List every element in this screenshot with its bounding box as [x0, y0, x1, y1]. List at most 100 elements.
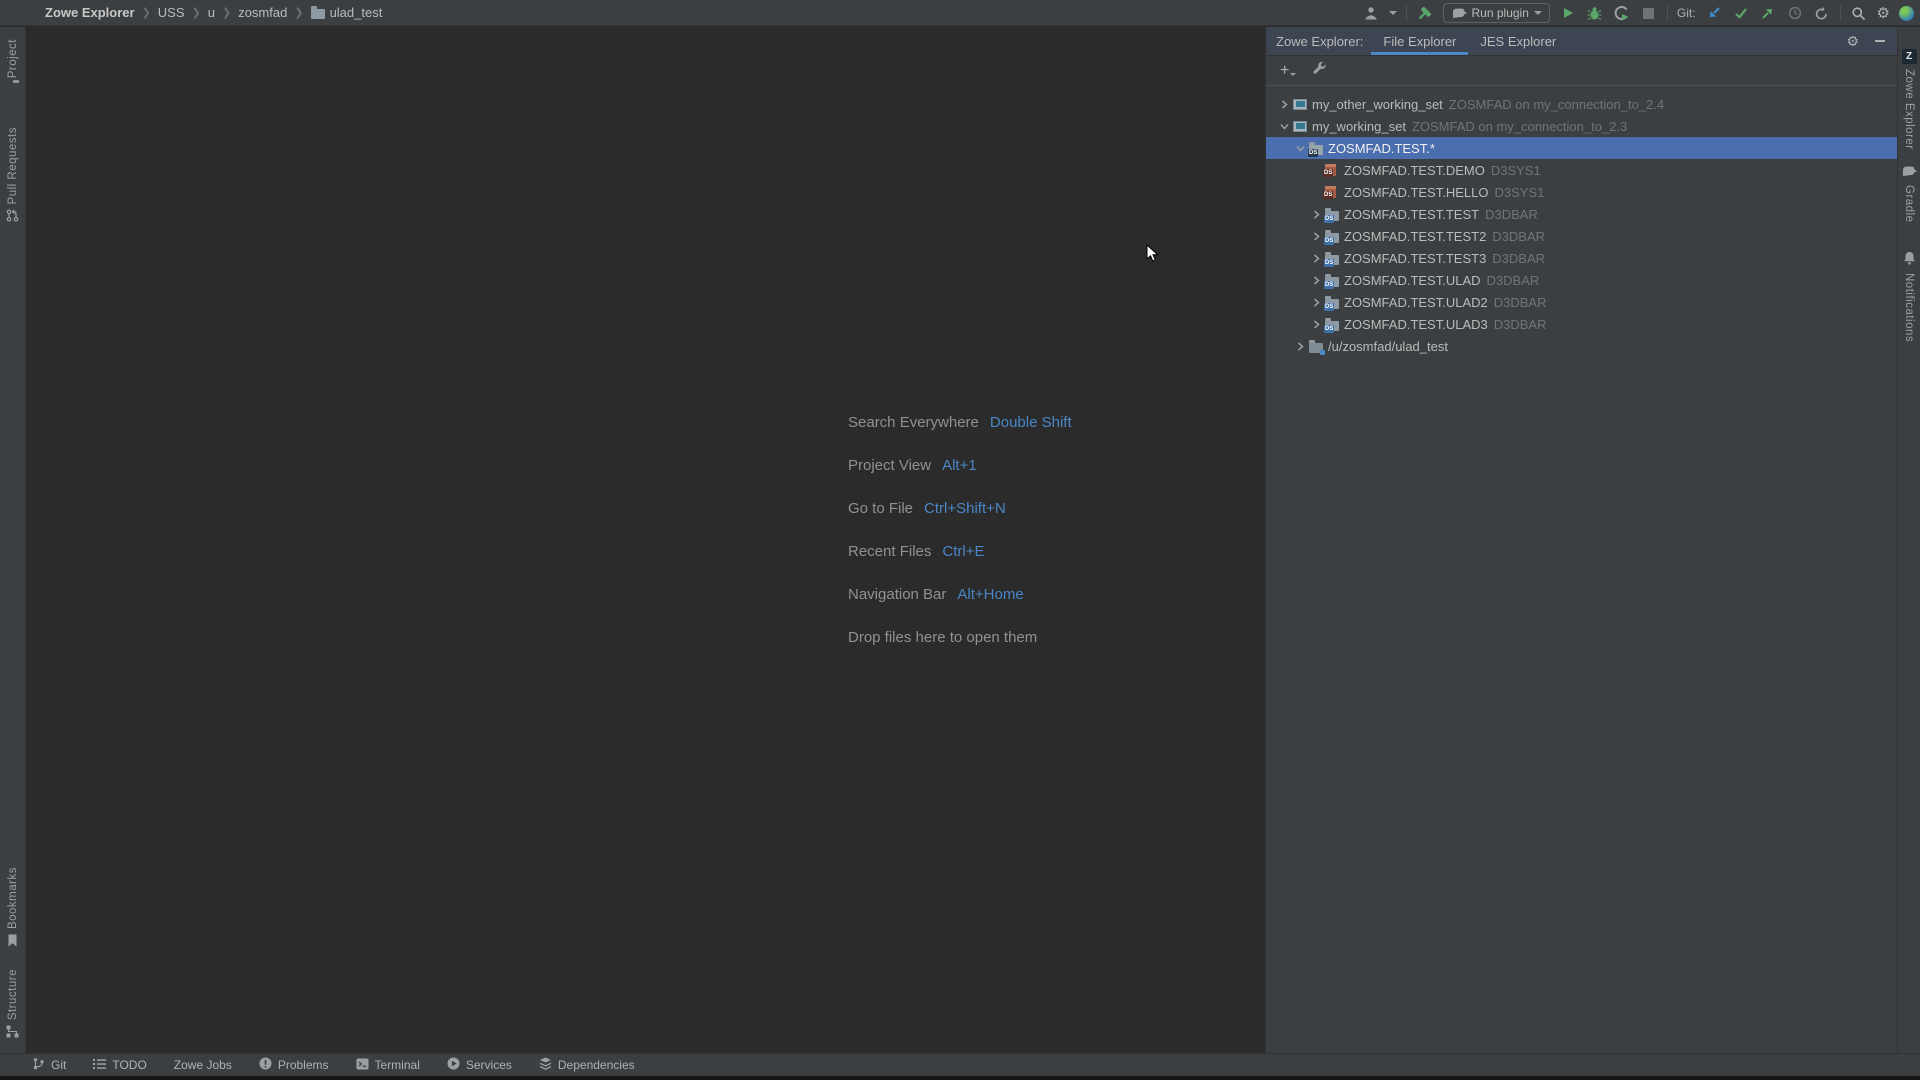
history-clock-icon — [1786, 4, 1804, 22]
editor-shortcut-hints: Search EverywhereDouble Shift Project Vie… — [848, 401, 1072, 659]
tree-row[interactable]: DSZOSMFAD.TEST.ULADD3DBAR — [1266, 269, 1897, 291]
run-with-coverage-icon[interactable] — [1613, 4, 1631, 22]
panel-header: Zowe Explorer: File ExplorerJES Explorer… — [1266, 27, 1897, 56]
bottom-bar-item-label: Terminal — [375, 1058, 420, 1072]
breadcrumb-item[interactable]: u — [208, 5, 215, 20]
tree-row-label: ZOSMFAD.TEST.HELLO — [1344, 185, 1488, 200]
editor-empty-area: Search EverywhereDouble Shift Project Vie… — [27, 27, 1265, 1053]
stripe-button-label: Structure — [7, 969, 19, 1020]
tab-file-explorer[interactable]: File Explorer — [1371, 27, 1468, 55]
chevron-down-icon[interactable] — [1292, 144, 1309, 153]
chevron-right-icon[interactable] — [1308, 232, 1325, 241]
breadcrumb-item[interactable]: zosmfad — [238, 5, 287, 20]
user-dropdown-caret-icon[interactable] — [1389, 11, 1397, 15]
breadcrumb-item-label: zosmfad — [238, 5, 287, 20]
breadcrumb-item-label: u — [208, 5, 215, 20]
tree-row[interactable]: DSZOSMFAD.TEST.HELLOD3SYS1 — [1266, 181, 1897, 203]
run-play-icon[interactable] — [1559, 4, 1577, 22]
breadcrumb-item-label: USS — [158, 5, 185, 20]
chevron-right-icon[interactable] — [1276, 100, 1293, 109]
tree-row[interactable]: DSZOSMFAD.TEST.TEST3D3DBAR — [1266, 247, 1897, 269]
zowe-z-icon: Z — [1902, 49, 1917, 64]
tree-row-label: ZOSMFAD.TEST.TEST3 — [1344, 251, 1486, 266]
run-configuration-select[interactable]: Run plugin — [1443, 3, 1550, 23]
stripe-button-bookmarks[interactable]: Bookmarks — [0, 867, 25, 950]
chevron-right-icon[interactable] — [1308, 254, 1325, 263]
stripe-button-project[interactable]: Project — [0, 39, 25, 83]
shortcut-hint-row: Recent FilesCtrl+E — [848, 530, 1072, 573]
git-update-icon[interactable] — [1705, 4, 1723, 22]
sequential-dataset-icon: DS — [1325, 164, 1344, 176]
tree-row-suffix: D3DBAR — [1494, 295, 1547, 310]
stripe-button-label: Gradle — [1903, 185, 1915, 223]
stripe-button-zowe-explorer[interactable]: ZZowe Explorer — [1898, 49, 1920, 150]
tab-jes-explorer[interactable]: JES Explorer — [1468, 27, 1568, 55]
tree-row-suffix: ZOSMFAD on my_connection_to_2.3 — [1412, 119, 1627, 134]
tree-row-label: ZOSMFAD.TEST.ULAD2 — [1344, 295, 1488, 310]
tree-row[interactable]: DSZOSMFAD.TEST.ULAD2D3DBAR — [1266, 291, 1897, 313]
stripe-button-label: Pull Requests — [7, 127, 19, 204]
structure-icon — [6, 1025, 19, 1041]
bottom-bar-item-git[interactable]: Git — [32, 1057, 66, 1073]
breadcrumb-separator-icon: ❯ — [142, 6, 151, 19]
tree-row[interactable]: my_working_set ZOSMFAD on my_connection_t… — [1266, 115, 1897, 137]
bottom-bar-item-label: TODO — [112, 1058, 146, 1072]
todo-list-icon — [93, 1058, 106, 1072]
stripe-button-structure[interactable]: Structure — [0, 969, 25, 1041]
tree-row-suffix: D3DBAR — [1494, 317, 1547, 332]
partitioned-dataset-icon: DS — [1325, 252, 1344, 265]
build-hammer-icon[interactable] — [1416, 4, 1434, 22]
shortcut-hint-row: Search EverywhereDouble Shift — [848, 401, 1072, 444]
rollback-undo-icon[interactable] — [1813, 4, 1831, 22]
shortcut-hint-row: Drop files here to open them — [848, 616, 1072, 659]
wrench-settings-icon[interactable] — [1312, 61, 1327, 81]
add-working-set-button[interactable]: + — [1280, 63, 1296, 79]
breadcrumb-separator-icon: ❯ — [222, 6, 231, 19]
tree-row-label: /u/zosmfad/ulad_test — [1328, 339, 1448, 354]
settings-gear-icon[interactable]: ⚙ — [1877, 6, 1890, 21]
bottom-bar-item-problems[interactable]: Problems — [259, 1057, 329, 1073]
tree-row-label: my_working_set — [1312, 119, 1406, 134]
tree-row[interactable]: DSZOSMFAD.TEST.TESTD3DBAR — [1266, 203, 1897, 225]
chevron-right-icon[interactable] — [1308, 276, 1325, 285]
shortcut-hint-label: Project View — [848, 457, 931, 474]
panel-minimize-icon[interactable] — [1875, 40, 1885, 42]
chevron-right-icon[interactable] — [1308, 320, 1325, 329]
search-everywhere-icon[interactable] — [1850, 4, 1868, 22]
stripe-button-label: Bookmarks — [7, 867, 19, 929]
tree-row[interactable]: DSZOSMFAD.TEST.ULAD3D3DBAR — [1266, 313, 1897, 335]
user-account-icon[interactable] — [1362, 4, 1380, 22]
chevron-right-icon[interactable] — [1292, 342, 1309, 351]
bottom-bar-item-terminal[interactable]: Terminal — [356, 1058, 420, 1073]
breadcrumb[interactable]: Zowe Explorer❯USS❯u❯zosmfad❯ulad_test — [0, 5, 382, 20]
left-tool-stripe: Project Pull Requests Bookmarks Structure — [0, 27, 26, 1053]
bottom-bar-item-services[interactable]: Services — [447, 1057, 512, 1073]
breadcrumb-item-label: ulad_test — [330, 5, 383, 20]
tree-row[interactable]: DSZOSMFAD.TEST.TEST2D3DBAR — [1266, 225, 1897, 247]
panel-settings-gear-icon[interactable]: ⚙ — [1846, 34, 1859, 48]
chevron-down-icon[interactable] — [1276, 122, 1293, 131]
shortcut-hint-label: Navigation Bar — [848, 586, 946, 603]
debug-bug-icon[interactable] — [1586, 4, 1604, 22]
bottom-bar-item-dependencies[interactable]: Dependencies — [539, 1057, 635, 1073]
bottom-bar-item-todo[interactable]: TODO — [93, 1058, 146, 1072]
git-commit-check-icon[interactable] — [1732, 4, 1750, 22]
tree-row[interactable]: DSZOSMFAD.TEST.* — [1266, 137, 1897, 159]
tree-row[interactable]: /u/zosmfad/ulad_test — [1266, 335, 1897, 357]
tree-row[interactable]: my_other_working_setZOSMFAD on my_connec… — [1266, 93, 1897, 115]
stripe-button-gradle[interactable]: Gradle — [1898, 165, 1920, 223]
chevron-right-icon[interactable] — [1308, 298, 1325, 307]
folder-icon — [311, 5, 330, 20]
stripe-button-notifications[interactable]: Notifications — [1898, 251, 1920, 342]
chevron-right-icon[interactable] — [1308, 210, 1325, 219]
tree-row[interactable]: DSZOSMFAD.TEST.DEMOD3SYS1 — [1266, 159, 1897, 181]
bottom-bar-item-zowe-jobs[interactable]: Zowe Jobs — [174, 1058, 232, 1072]
tree-row-suffix: D3SYS1 — [1494, 185, 1544, 200]
git-push-icon[interactable] — [1759, 4, 1777, 22]
breadcrumb-item[interactable]: ulad_test — [311, 5, 383, 20]
breadcrumb-item[interactable]: USS — [158, 5, 185, 20]
run-configuration-label: Run plugin — [1472, 6, 1529, 20]
toolbar-divider — [1667, 5, 1668, 21]
stripe-button-pull-requests[interactable]: Pull Requests — [0, 127, 25, 225]
ide-sphere-icon[interactable] — [1899, 6, 1914, 21]
